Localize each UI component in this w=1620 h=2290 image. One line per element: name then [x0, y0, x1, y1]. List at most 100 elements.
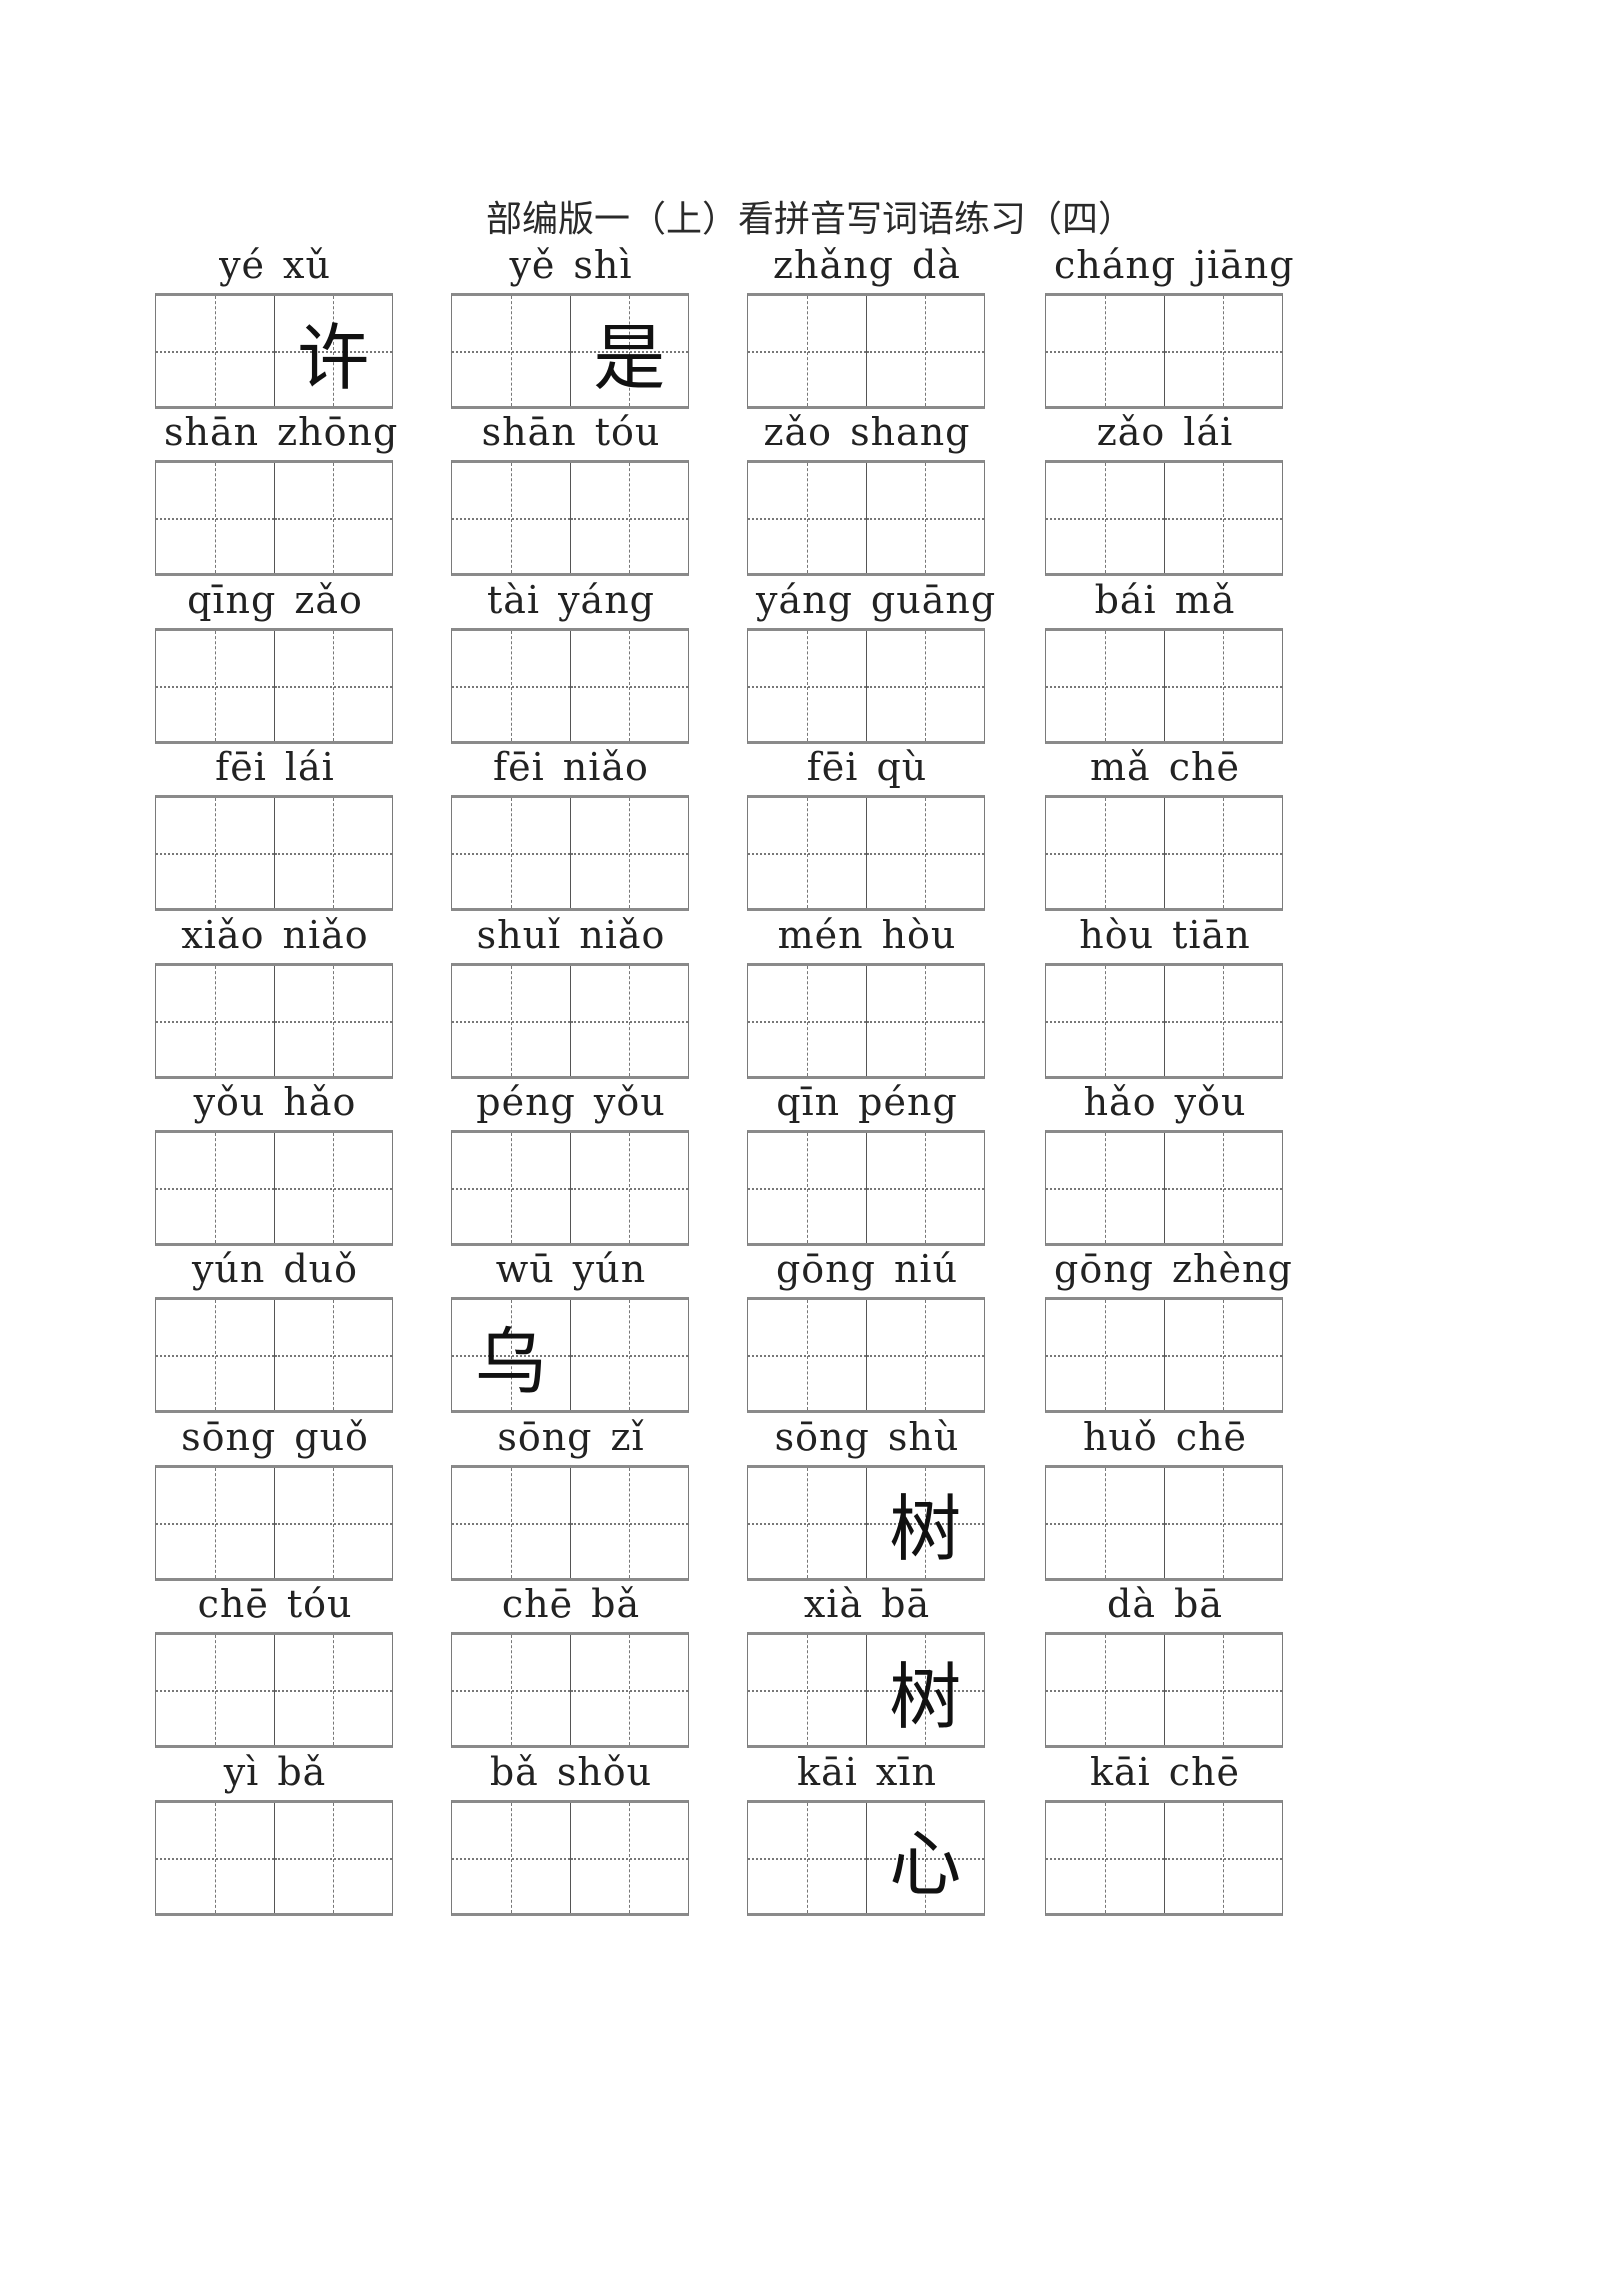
writing-cell[interactable] [569, 1467, 688, 1578]
writing-cell[interactable] [865, 1300, 984, 1411]
writing-cell[interactable] [156, 630, 274, 741]
writing-cell[interactable] [452, 630, 570, 741]
writing-cell[interactable] [452, 798, 570, 909]
pinyin-syllable: xīn [875, 1749, 937, 1794]
writing-cell[interactable] [1163, 1467, 1282, 1578]
writing-cell[interactable] [273, 1802, 392, 1913]
writing-cell[interactable] [748, 1802, 866, 1913]
writing-cell[interactable] [452, 1802, 570, 1913]
writing-cell[interactable] [569, 463, 688, 574]
writing-cell[interactable] [865, 296, 984, 406]
writing-cell[interactable] [273, 965, 392, 1076]
writing-cell[interactable] [1163, 296, 1282, 406]
writing-cell[interactable] [156, 296, 274, 406]
writing-cell[interactable]: 许 [273, 296, 392, 406]
writing-cell[interactable] [1046, 965, 1164, 1076]
writing-cell[interactable]: 树 [865, 1635, 984, 1746]
pinyin-syllable: bā [881, 1582, 931, 1627]
word-item: yě shì 是 [451, 243, 691, 413]
writing-cell[interactable] [156, 1300, 274, 1411]
writing-cell[interactable] [156, 1802, 274, 1913]
writing-cell[interactable] [1163, 463, 1282, 574]
writing-cell[interactable] [1163, 1133, 1282, 1243]
writing-cell[interactable] [1046, 296, 1164, 406]
writing-cell[interactable] [273, 463, 392, 574]
writing-cell[interactable] [748, 630, 866, 741]
guide-line-horizontal [748, 518, 866, 521]
writing-cell[interactable] [1046, 798, 1164, 909]
writing-cell[interactable] [156, 463, 274, 574]
writing-cell[interactable] [1163, 965, 1282, 1076]
writing-cell[interactable] [156, 798, 274, 909]
writing-cell[interactable]: 乌 [452, 1300, 570, 1411]
writing-cell[interactable] [569, 630, 688, 741]
word-item: péng yǒu [451, 1080, 691, 1250]
guide-line-horizontal [570, 1522, 688, 1525]
writing-cell[interactable] [748, 1467, 866, 1578]
writing-cell[interactable] [748, 463, 866, 574]
tianzige-grid: 树 [747, 1632, 985, 1749]
writing-cell[interactable] [273, 798, 392, 909]
writing-cell[interactable] [273, 630, 392, 741]
tianzige-grid [1045, 1297, 1283, 1414]
writing-cell[interactable] [1163, 1300, 1282, 1411]
writing-cell[interactable] [156, 965, 274, 1076]
writing-cell[interactable] [569, 1635, 688, 1746]
pinyin-label: gōng zhèng [1045, 1247, 1292, 1292]
writing-cell[interactable]: 树 [865, 1467, 984, 1578]
writing-cell[interactable] [865, 965, 984, 1076]
writing-cell[interactable] [865, 1133, 984, 1243]
pinyin-syllable: hòu [1079, 912, 1155, 957]
writing-cell[interactable] [273, 1133, 392, 1243]
writing-cell[interactable] [1046, 463, 1164, 574]
writing-cell[interactable]: 心 [865, 1802, 984, 1913]
writing-cell[interactable] [748, 1635, 866, 1746]
pinyin-syllable: shān [481, 410, 577, 455]
writing-cell[interactable] [748, 965, 866, 1076]
writing-cell[interactable] [452, 965, 570, 1076]
writing-cell[interactable] [452, 296, 570, 406]
writing-cell[interactable] [273, 1635, 392, 1746]
writing-cell[interactable] [452, 1635, 570, 1746]
writing-cell[interactable] [1163, 630, 1282, 741]
writing-cell[interactable] [1163, 1635, 1282, 1746]
writing-cell[interactable] [156, 1467, 274, 1578]
tianzige-grid [451, 1799, 689, 1916]
writing-cell[interactable] [748, 798, 866, 909]
writing-cell[interactable] [1046, 1467, 1164, 1578]
writing-cell[interactable] [1163, 1802, 1282, 1913]
writing-cell[interactable] [1046, 1802, 1164, 1913]
writing-cell[interactable] [452, 1133, 570, 1243]
writing-cell[interactable] [569, 1802, 688, 1913]
writing-cell[interactable] [569, 1300, 688, 1411]
writing-cell[interactable] [865, 798, 984, 909]
writing-cell[interactable] [156, 1635, 274, 1746]
writing-cell[interactable] [865, 630, 984, 741]
writing-cell[interactable] [569, 1133, 688, 1243]
writing-cell[interactable] [1046, 1635, 1164, 1746]
pinyin-syllable: gōng [1054, 1247, 1155, 1292]
writing-cell[interactable] [569, 965, 688, 1076]
writing-cell[interactable] [273, 1300, 392, 1411]
pinyin-label: qīng zǎo [155, 578, 395, 622]
writing-cell[interactable] [1046, 1133, 1164, 1243]
pinyin-label: sōng guǒ [155, 1415, 395, 1459]
writing-cell[interactable] [748, 1133, 866, 1243]
tianzige-grid [1045, 1464, 1283, 1581]
writing-cell[interactable] [865, 463, 984, 574]
writing-cell[interactable] [1046, 630, 1164, 741]
writing-cell[interactable] [1046, 1300, 1164, 1411]
tianzige-grid [1045, 1130, 1283, 1246]
writing-cell[interactable] [452, 1467, 570, 1578]
writing-cell[interactable] [748, 1300, 866, 1411]
writing-cell[interactable] [273, 1467, 392, 1578]
pinyin-label: hòu tiān [1045, 913, 1285, 957]
writing-cell[interactable]: 是 [569, 296, 688, 406]
writing-cell[interactable] [748, 296, 866, 406]
writing-cell[interactable] [569, 798, 688, 909]
word-item: mén hòu [747, 913, 987, 1083]
writing-cell[interactable] [1163, 798, 1282, 909]
writing-cell[interactable] [452, 463, 570, 574]
writing-cell[interactable] [156, 1133, 274, 1243]
word-item: bái mǎ [1045, 578, 1285, 748]
